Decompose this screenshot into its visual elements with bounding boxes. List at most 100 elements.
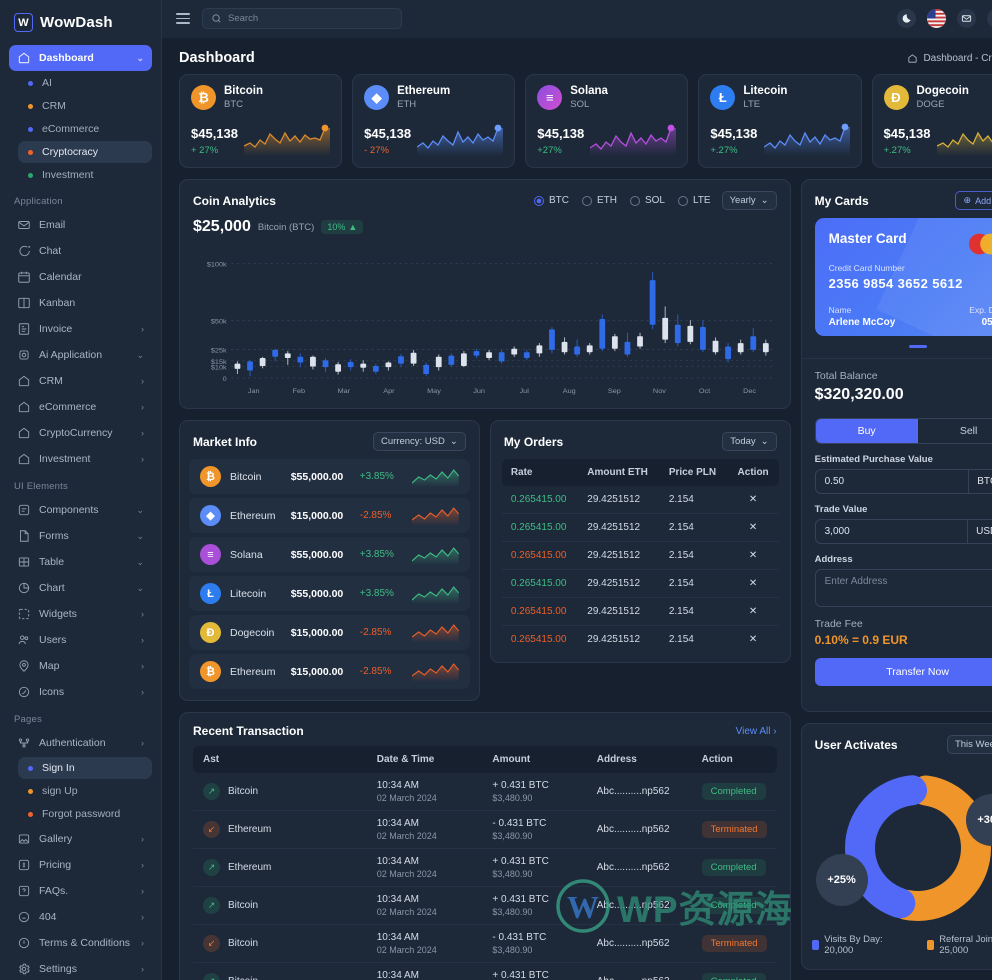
week-select[interactable]: This Week ⌄ bbox=[946, 735, 992, 754]
components-icon bbox=[18, 504, 30, 516]
sidebar-item-settings[interactable]: Settings › bbox=[9, 956, 152, 980]
sidebar-item-gallery[interactable]: Gallery › bbox=[9, 826, 152, 852]
currency-unit-usd[interactable]: USD⌄ bbox=[967, 520, 992, 543]
table-row[interactable]: ↙ Bitcoin 10:34 AM 02 March 2024 - 0.431 … bbox=[193, 924, 777, 963]
order-delete-button[interactable]: ✕ bbox=[727, 513, 779, 542]
table-row[interactable]: ↗ Bitcoin 10:34 AM02 March 2024 + 0.431 … bbox=[193, 963, 777, 980]
sell-button[interactable]: Sell bbox=[918, 419, 992, 443]
buy-button[interactable]: Buy bbox=[815, 419, 918, 443]
legend-label: Visits By Day: 20,000 bbox=[824, 934, 883, 956]
sidebar-subitem-ecommerce[interactable]: eCommerce bbox=[18, 118, 152, 140]
sidebar-item-terms-conditions[interactable]: Terms & Conditions › bbox=[9, 930, 152, 956]
radio-eth[interactable]: ETH bbox=[581, 195, 617, 206]
sidebar-item-crm[interactable]: CRM › bbox=[9, 368, 152, 394]
order-delete-button[interactable]: ✕ bbox=[728, 626, 779, 654]
moon-icon[interactable] bbox=[896, 9, 916, 28]
sidebar-subitem-sign-in[interactable]: Sign In bbox=[18, 757, 152, 779]
sidebar-item-ai-application[interactable]: Ai Application ⌄ bbox=[9, 342, 152, 368]
order-delete-button[interactable]: ✕ bbox=[727, 541, 779, 570]
sidebar-subitem-forgot-password[interactable]: Forgot password bbox=[18, 803, 152, 825]
coin-card-litecoin[interactable]: Ł Litecoin LTE $45,138 +.27% bbox=[698, 74, 862, 168]
radio-btc[interactable]: BTC bbox=[533, 195, 569, 206]
period-select-yearly[interactable]: Yearly ⌄ bbox=[721, 191, 777, 210]
hamburger-icon[interactable] bbox=[176, 13, 190, 24]
table-row[interactable]: ↗ Ethereum 10:34 AM 02 March 2024 + 0.431… bbox=[193, 848, 777, 887]
sidebar-subitem-investment[interactable]: Investment bbox=[18, 164, 152, 186]
sidebar-item-kanban[interactable]: Kanban bbox=[9, 290, 152, 316]
sidebar-subitem-ai[interactable]: AI bbox=[18, 72, 152, 94]
market-price: $15,000.00 bbox=[290, 626, 344, 639]
sidebar-item-chat[interactable]: Chat bbox=[9, 238, 152, 264]
radio-sol[interactable]: SOL bbox=[629, 195, 665, 206]
table-row[interactable]: 0.265415.00 29.4251512 2.154 ✕ bbox=[501, 597, 779, 626]
breadcrumb[interactable]: Dashboard - Cryptocracy bbox=[907, 53, 992, 64]
sidebar-item-forms[interactable]: Forms ⌄ bbox=[9, 523, 152, 549]
sidebar-item-email[interactable]: Email bbox=[9, 212, 152, 238]
sidebar-item-invoice[interactable]: Invoice › bbox=[9, 316, 152, 342]
table-row[interactable]: ↗ Bitcoin 10:34 AM02 March 2024 + 0.431 … bbox=[193, 886, 777, 925]
currency-unit-btc[interactable]: BTC⌄ bbox=[968, 470, 992, 493]
table-row[interactable]: 0.265415.00 29.4251512 2.154 ✕ bbox=[501, 569, 779, 598]
transfer-now-button[interactable]: Transfer Now bbox=[814, 658, 992, 686]
table-row[interactable]: ↙ Ethereum 10:34 AM 02 March 2024 - 0.431… bbox=[193, 810, 777, 849]
sidebar-item-map[interactable]: Map › bbox=[9, 653, 152, 679]
currency-select[interactable]: Currency: USD ⌄ bbox=[372, 432, 466, 451]
sidebar-subitem-crm[interactable]: CRM bbox=[18, 95, 152, 117]
market-row[interactable]: ₿ Ethereum $15,000.00 -2.85% bbox=[189, 654, 470, 689]
sidebar-item-calendar[interactable]: Calendar bbox=[9, 264, 152, 290]
credit-card[interactable]: Master Card Credit Card Number 2356 9854… bbox=[814, 218, 992, 336]
mail-icon[interactable] bbox=[956, 9, 976, 28]
sidebar-item-authentication[interactable]: Authentication › bbox=[9, 730, 152, 756]
coin-card-bitcoin[interactable]: ₿ Bitcoin BTC $45,138 + 27% bbox=[179, 74, 343, 168]
sidebar-item-pricing[interactable]: Pricing › bbox=[9, 852, 152, 878]
table-row[interactable]: 0.265415.00 29.4251512 2.154 ✕ bbox=[501, 513, 779, 542]
brand-logo[interactable]: W WowDash bbox=[0, 0, 161, 45]
sidebar-item-investment[interactable]: Investment › bbox=[9, 446, 152, 472]
carousel-indicator[interactable] bbox=[908, 345, 927, 348]
radio-lte[interactable]: LTE bbox=[677, 195, 711, 206]
sidebar-item-404[interactable]: 404 › bbox=[9, 904, 152, 930]
sidebar-item-faqs[interactable]: FAQs. › bbox=[9, 878, 152, 904]
sidebar-item-cryptocurrency[interactable]: CryptoCurrency › bbox=[9, 420, 152, 446]
add-new-card-button[interactable]: ⊕ Add New bbox=[954, 191, 992, 210]
tx-usd: $3,480.90 bbox=[492, 907, 533, 917]
market-row[interactable]: ≡ Solana $55,000.00 +3.85% bbox=[189, 537, 470, 572]
coin-card-dogecoin[interactable]: Ð Dogecoin DOGE $45,138 +.27% bbox=[871, 74, 992, 168]
market-row[interactable]: Ð Dogecoin $15,000.00 -2.85% bbox=[189, 615, 470, 650]
search-input[interactable]: Search bbox=[202, 8, 402, 29]
sidebar-item-users[interactable]: Users › bbox=[9, 627, 152, 653]
market-row[interactable]: ◆ Ethereum $15,000.00 -2.85% bbox=[189, 498, 470, 533]
estimated-purchase-input[interactable]: 0.50 BTC⌄ bbox=[814, 469, 992, 494]
trade-value-input[interactable]: 3,000 USD⌄ bbox=[814, 519, 992, 544]
coin-card-solana[interactable]: ≡ Solana SOL $45,138 +27% bbox=[525, 74, 689, 168]
table-row[interactable]: ↗ Bitcoin 10:34 AM02 March 2024 + 0.431 … bbox=[193, 773, 777, 811]
coin-change: - 27% bbox=[364, 145, 389, 156]
chevron-right-icon: › bbox=[141, 738, 144, 748]
sidebar-item-widgets[interactable]: Widgets › bbox=[9, 601, 152, 627]
view-all-link[interactable]: View All › bbox=[736, 726, 777, 737]
sidebar-item-components[interactable]: Components ⌄ bbox=[9, 497, 152, 523]
coin-card-ethereum[interactable]: ◆ Ethereum ETH $45,138 - 27% bbox=[352, 74, 516, 168]
market-row[interactable]: ₿ Bitcoin $55,000.00 +3.85% bbox=[189, 459, 470, 494]
sidebar-item-label: Table bbox=[39, 556, 65, 568]
bell-icon[interactable] bbox=[986, 9, 992, 28]
sidebar-subitem-sign-up[interactable]: sign Up bbox=[18, 780, 152, 802]
table-row[interactable]: 0.265415.00 29.4251512 2.154 ✕ bbox=[501, 541, 779, 570]
flag-us-icon[interactable] bbox=[926, 9, 946, 28]
address-input[interactable]: Enter Address bbox=[814, 569, 992, 607]
sidebar-item-chart[interactable]: Chart ⌄ bbox=[9, 575, 152, 601]
sidebar-item-ecommerce[interactable]: eCommerce › bbox=[9, 394, 152, 420]
order-delete-button[interactable]: ✕ bbox=[727, 597, 779, 626]
home-icon bbox=[18, 401, 30, 413]
table-row[interactable]: 0.265415.00 29.4251512 2.154 ✕ bbox=[502, 626, 779, 654]
orders-period-select[interactable]: Today ⌄ bbox=[722, 432, 777, 451]
sidebar-item-dashboard[interactable]: Dashboard ⌄ bbox=[9, 45, 152, 71]
order-delete-button[interactable]: ✕ bbox=[727, 486, 779, 514]
sidebar-item-icons[interactable]: Icons › bbox=[9, 679, 152, 705]
table-row[interactable]: 0.265415.00 29.4251512 2.154 ✕ bbox=[501, 486, 779, 514]
order-delete-button[interactable]: ✕ bbox=[727, 569, 779, 598]
market-row[interactable]: Ł Litecoin $55,000.00 +3.85% bbox=[189, 576, 470, 611]
sidebar-item-table[interactable]: Table ⌄ bbox=[9, 549, 152, 575]
sidebar-subitem-cryptocracy[interactable]: Cryptocracy bbox=[18, 141, 152, 163]
sidebar-nav: Dashboard ⌄ AI CRM eCommerce Cryptocracy… bbox=[0, 45, 161, 980]
